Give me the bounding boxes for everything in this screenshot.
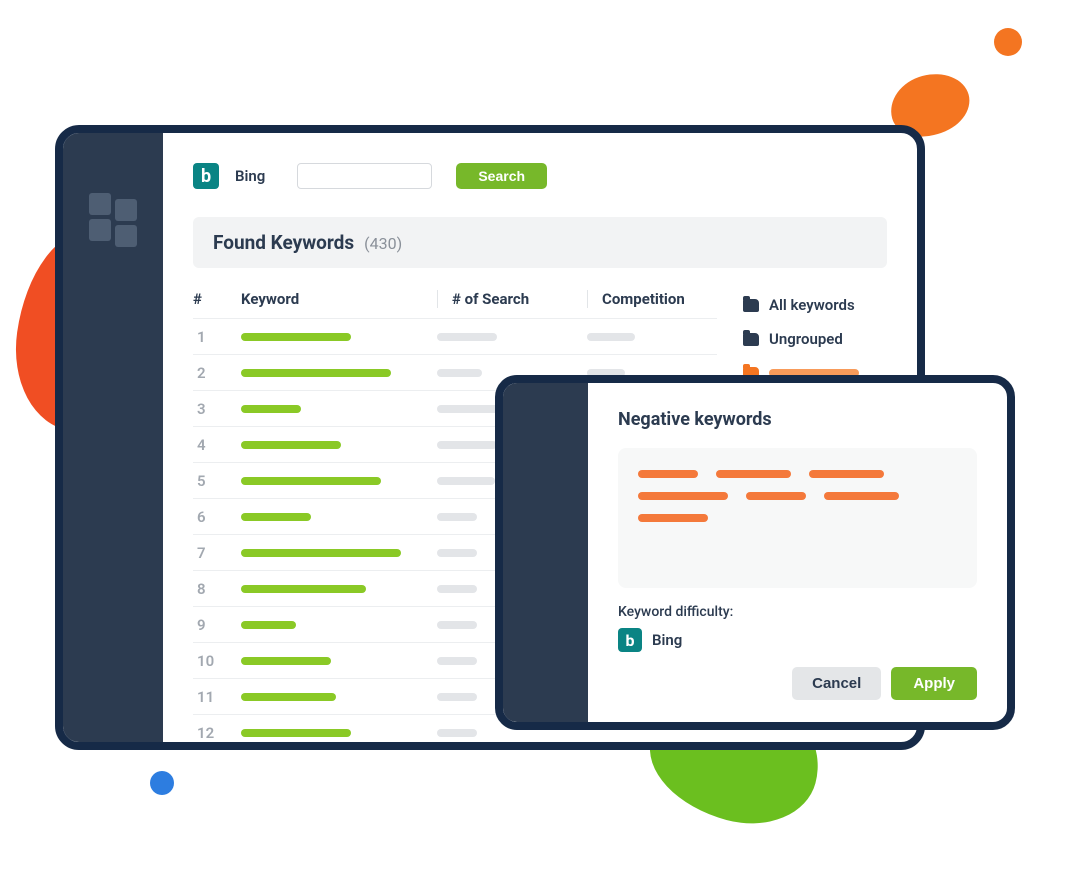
row-number: 5 (193, 472, 241, 490)
row-number: 9 (193, 616, 241, 634)
table-header: # Keyword # of Search Competition (193, 280, 717, 319)
group-ungrouped[interactable]: Ungrouped (743, 322, 887, 356)
dialog-buttons: Cancel Apply (618, 667, 977, 700)
searches-bar (437, 693, 477, 701)
searches-bar (437, 333, 497, 341)
searches-bar (437, 657, 477, 665)
searches-bar (437, 729, 477, 737)
dialog-sidebar (503, 383, 588, 722)
keyword-bar (241, 477, 381, 485)
found-title: Found Keywords (213, 231, 354, 254)
searches-bar (437, 621, 477, 629)
col-competition: Competition (587, 290, 717, 308)
searches-bar (437, 513, 477, 521)
keyword-difficulty-row: b Bing (618, 628, 977, 652)
row-number: 8 (193, 580, 241, 598)
search-bar-row: b Bing Search (193, 163, 887, 189)
col-searches: # of Search (437, 290, 587, 308)
row-number: 7 (193, 544, 241, 562)
competition-bar (587, 333, 635, 341)
keyword-bar (241, 729, 351, 737)
row-number: 6 (193, 508, 241, 526)
negative-keyword-tag[interactable] (638, 492, 728, 500)
sidebar (63, 133, 163, 742)
kd-provider-label: Bing (652, 631, 682, 649)
decorative-dot (994, 28, 1022, 56)
cancel-button[interactable]: Cancel (792, 667, 881, 700)
negative-keywords-dialog: Negative keywords Keyword difficulty: b … (495, 375, 1015, 730)
col-num: # (193, 290, 241, 308)
keyword-bar (241, 585, 366, 593)
keyword-bar (241, 369, 391, 377)
searches-bar (437, 549, 477, 557)
search-input[interactable] (297, 163, 432, 189)
searches-bar (437, 369, 482, 377)
searches-bar (437, 477, 495, 485)
dialog-content: Negative keywords Keyword difficulty: b … (588, 383, 1007, 722)
bing-icon: b (193, 163, 219, 189)
group-label: All keywords (769, 296, 855, 314)
decorative-dot (150, 771, 174, 795)
bing-icon: b (618, 628, 642, 652)
keyword-bar (241, 513, 311, 521)
negative-keyword-tag[interactable] (638, 470, 698, 478)
row-number: 3 (193, 400, 241, 418)
table-row[interactable]: 1 (193, 319, 717, 355)
keyword-bar (241, 405, 301, 413)
found-count: (430) (364, 234, 402, 253)
keyword-bar (241, 657, 331, 665)
row-number: 1 (193, 328, 241, 346)
search-button[interactable]: Search (456, 163, 547, 189)
row-number: 12 (193, 724, 241, 742)
found-keywords-header: Found Keywords (430) (193, 217, 887, 268)
negative-keyword-tag[interactable] (716, 470, 791, 478)
folder-icon (743, 299, 759, 312)
negative-keyword-tag[interactable] (746, 492, 806, 500)
provider-label: Bing (235, 167, 265, 185)
searches-bar (437, 441, 497, 449)
negative-keyword-tag[interactable] (824, 492, 899, 500)
keyword-bar (241, 621, 296, 629)
apps-icon[interactable] (89, 193, 137, 241)
group-label: Ungrouped (769, 330, 843, 348)
negative-keyword-tag[interactable] (809, 470, 884, 478)
keyword-bar (241, 333, 351, 341)
negative-keyword-tag[interactable] (638, 514, 708, 522)
row-number: 10 (193, 652, 241, 670)
group-all-keywords[interactable]: All keywords (743, 288, 887, 322)
keyword-difficulty-label: Keyword difficulty: (618, 604, 977, 620)
folder-icon (743, 333, 759, 346)
col-keyword: Keyword (241, 290, 437, 308)
dialog-title: Negative keywords (618, 409, 977, 430)
row-number: 11 (193, 688, 241, 706)
row-number: 2 (193, 364, 241, 382)
keyword-bar (241, 549, 401, 557)
searches-bar (437, 585, 477, 593)
keyword-bar (241, 441, 341, 449)
row-number: 4 (193, 436, 241, 454)
apply-button[interactable]: Apply (891, 667, 977, 700)
keyword-bar (241, 693, 336, 701)
negative-keywords-box[interactable] (618, 448, 977, 588)
